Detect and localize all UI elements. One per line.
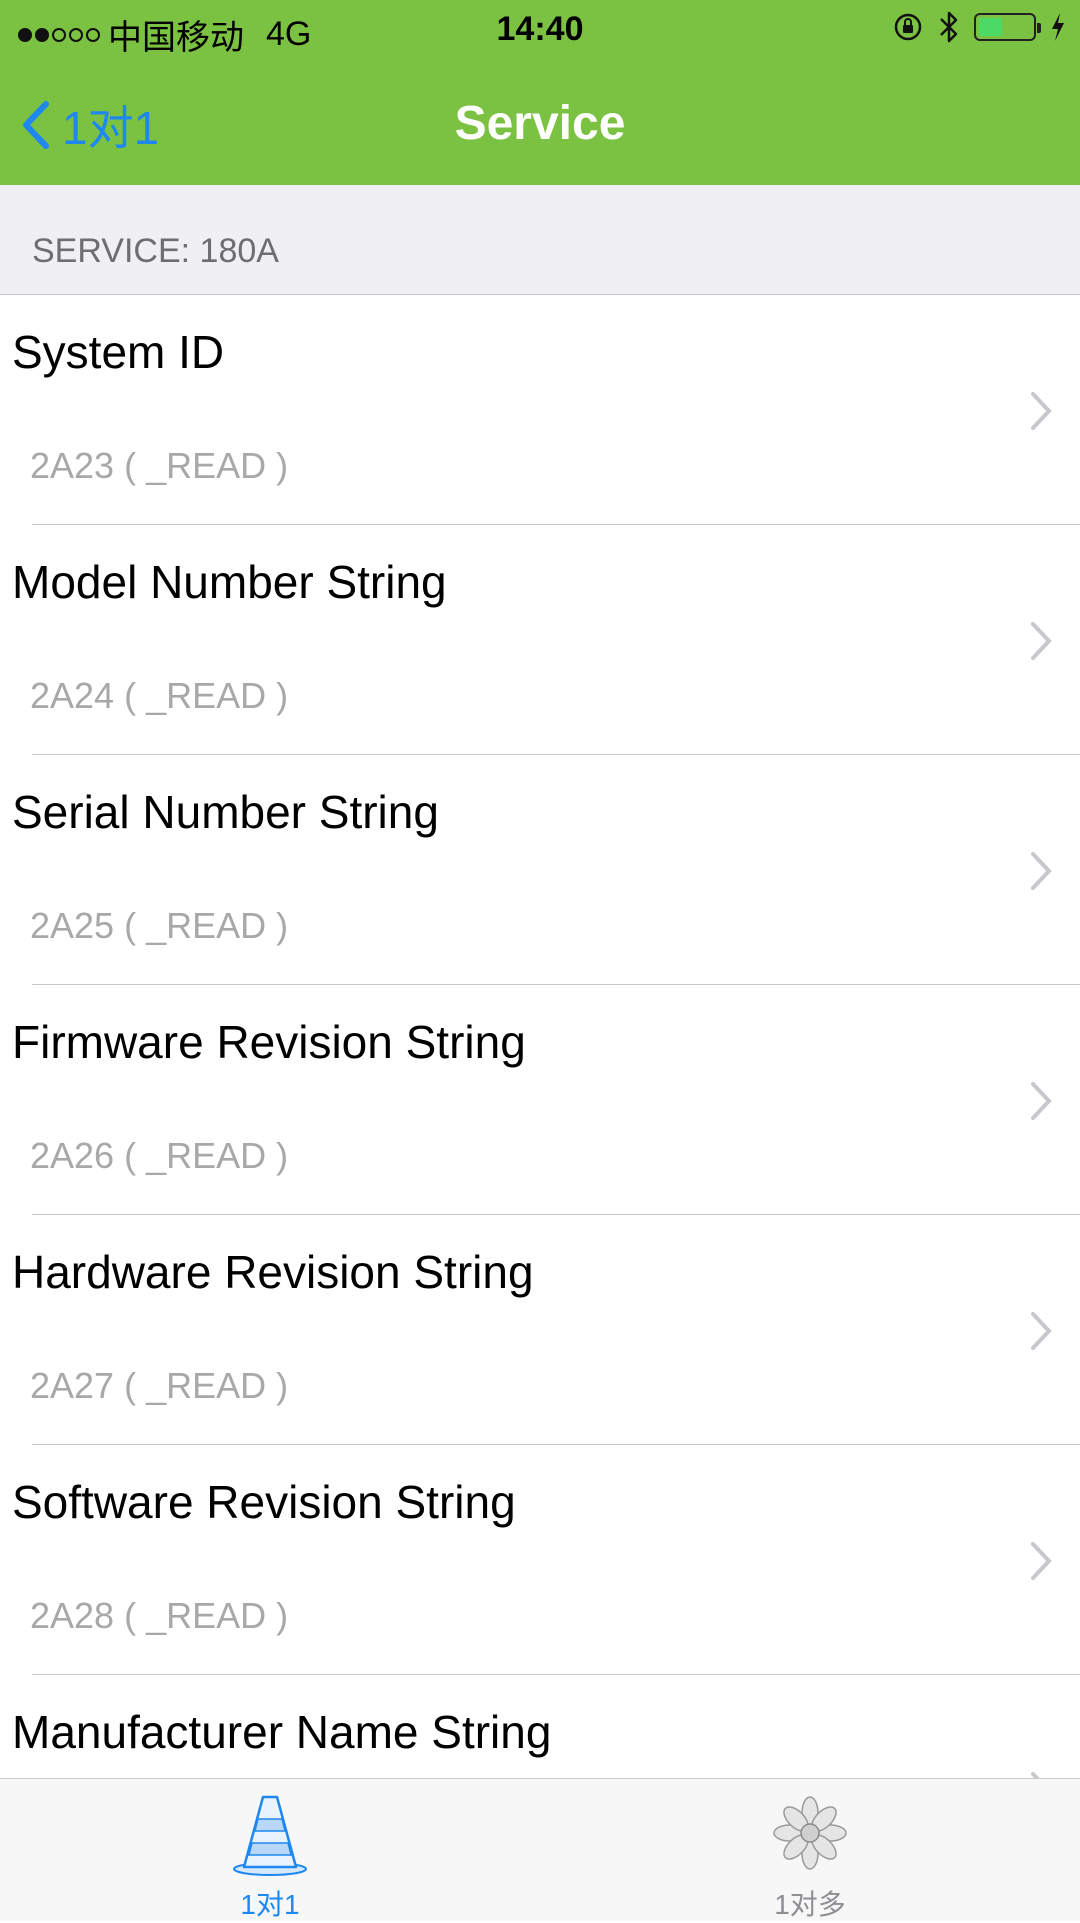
navigation-bar: 1对1 Service <box>0 60 1080 186</box>
list-item[interactable]: Software Revision String 2A28 ( _READ ) <box>0 1445 1080 1675</box>
list-item[interactable]: Firmware Revision String 2A26 ( _READ ) <box>0 985 1080 1215</box>
characteristic-detail: 2A23 ( _READ ) <box>30 445 289 486</box>
characteristic-name: Model Number String <box>12 556 447 608</box>
characteristic-list: System ID 2A23 ( _READ ) Model Number St… <box>0 295 1080 1905</box>
chevron-right-icon <box>1031 1542 1052 1580</box>
chevron-right-icon <box>1031 392 1052 430</box>
flower-icon <box>773 1796 847 1870</box>
page-title: Service <box>454 97 626 150</box>
orientation-lock-icon <box>894 13 922 41</box>
status-bar: 中国移动 4G 14:40 <box>0 0 1080 60</box>
characteristic-name: System ID <box>12 326 225 378</box>
characteristic-name: Serial Number String <box>12 786 439 838</box>
section-header-label: SERVICE: 180A <box>32 232 279 270</box>
tab-bar: 1对1 1对多 <box>0 1778 1080 1921</box>
list-item[interactable]: Hardware Revision String 2A27 ( _READ ) <box>0 1215 1080 1445</box>
characteristic-detail: 2A26 ( _READ ) <box>30 1135 289 1176</box>
characteristic-detail: 2A24 ( _READ ) <box>30 675 289 716</box>
section-header: SERVICE: 180A <box>0 185 1080 295</box>
tab-one-to-many[interactable]: 1对多 <box>540 1779 1080 1921</box>
battery-icon <box>974 13 1041 41</box>
chevron-right-icon <box>1031 1312 1052 1350</box>
characteristic-detail: 2A25 ( _READ ) <box>30 905 289 946</box>
list-item[interactable]: Model Number String 2A24 ( _READ ) <box>0 525 1080 755</box>
chevron-right-icon <box>1031 852 1052 890</box>
tab-label: 1对多 <box>774 1889 846 1920</box>
characteristic-name: Firmware Revision String <box>12 1016 526 1068</box>
list-item[interactable]: Serial Number String 2A25 ( _READ ) <box>0 755 1080 985</box>
status-right <box>892 10 1066 44</box>
traffic-cone-icon <box>233 1795 307 1876</box>
list-item[interactable]: System ID 2A23 ( _READ ) <box>0 295 1080 525</box>
tab-label: 1对1 <box>240 1889 300 1920</box>
characteristic-name: Hardware Revision String <box>12 1246 534 1298</box>
characteristic-name: Software Revision String <box>12 1476 516 1528</box>
characteristic-detail: 2A28 ( _READ ) <box>30 1595 289 1636</box>
characteristic-name: Manufacturer Name String <box>12 1706 552 1758</box>
bluetooth-icon <box>940 11 958 43</box>
charging-icon <box>1052 13 1064 41</box>
characteristic-detail: 2A27 ( _READ ) <box>30 1365 289 1406</box>
tab-one-to-one[interactable]: 1对1 <box>0 1779 540 1921</box>
chevron-right-icon <box>1031 622 1052 660</box>
chevron-right-icon <box>1031 1082 1052 1120</box>
